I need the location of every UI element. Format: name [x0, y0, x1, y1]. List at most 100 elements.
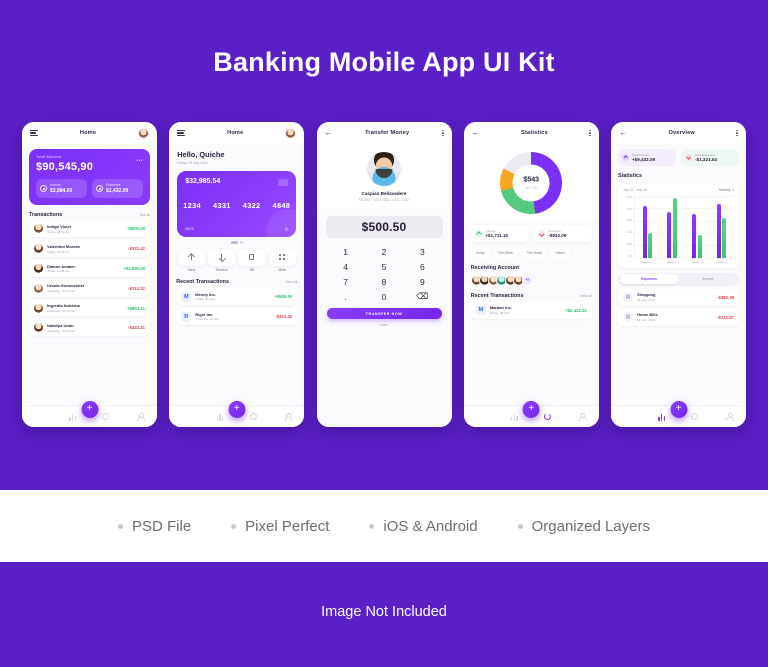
- table-row[interactable]: Nataliya Undu Yesterday, 01:10 pm -$432.…: [29, 319, 150, 337]
- action-receive[interactable]: Receive: [207, 248, 237, 272]
- tab-income[interactable]: Income: [679, 274, 738, 284]
- key-decimal[interactable]: .: [327, 289, 365, 304]
- tab-statistics[interactable]: [658, 413, 666, 421]
- key-9[interactable]: 9: [403, 274, 441, 289]
- table-row[interactable]: Dianne Amater Today, 11:20 am +$2,500.00: [29, 260, 150, 277]
- table-row[interactable]: ▤ Shopping 05 July, 2022 -$383.39: [618, 288, 739, 306]
- kebab-icon[interactable]: [736, 129, 738, 137]
- chart-period-select[interactable]: Monthly ▾: [719, 188, 734, 192]
- key-2[interactable]: 2: [365, 244, 403, 259]
- table-row[interactable]: R Riger Inc. Thursday, 04 July -$321.42: [176, 308, 298, 325]
- outcome-card[interactable]: Outcome -$932.09: [533, 225, 592, 242]
- key-6[interactable]: 6: [403, 259, 441, 274]
- tab-home[interactable]: [624, 413, 632, 421]
- greeting-date: Friday, 05 July 2022: [177, 161, 208, 165]
- transaction-name: Riger Inc.: [195, 311, 214, 317]
- avatar-stack[interactable]: +5: [464, 272, 599, 286]
- total-income-card[interactable]: Total Income +$9,432.09: [618, 149, 676, 166]
- transaction-amount: +$903.21: [126, 305, 145, 311]
- key-5[interactable]: 5: [365, 259, 403, 274]
- expenses-icon: [96, 184, 103, 192]
- tab-profile[interactable]: [136, 413, 145, 421]
- table-row[interactable]: Ingredia Nutrisha Yesterday, 03:45 pm +$…: [29, 299, 150, 317]
- tab-statistics[interactable]: [216, 413, 224, 421]
- user-avatar[interactable]: [285, 127, 297, 139]
- add-button[interactable]: +: [670, 401, 687, 418]
- transactions-header: Recent Transactions View All: [169, 272, 304, 288]
- table-row[interactable]: M Mardan Inc. Friday, 05 July +$2,432.32: [470, 301, 592, 319]
- action-label: Bill: [249, 268, 255, 272]
- hamburger-icon[interactable]: [30, 129, 38, 137]
- tab-profile[interactable]: [725, 413, 734, 421]
- balance-more-icon[interactable]: •••: [136, 158, 143, 164]
- add-button[interactable]: +: [228, 401, 246, 418]
- key-7[interactable]: 7: [327, 274, 365, 289]
- tab-statistics[interactable]: [69, 413, 77, 421]
- tab-expenses[interactable]: Expenses: [619, 274, 679, 285]
- tab-analytics[interactable]: [249, 412, 258, 421]
- income-card[interactable]: Income +$1,711.10: [470, 225, 529, 242]
- action-more[interactable]: More: [267, 248, 297, 272]
- filter-this-month[interactable]: This Month: [521, 247, 548, 258]
- filter-this-week[interactable]: This Week: [492, 247, 519, 258]
- app-nav-bar: Home: [169, 122, 305, 144]
- key-4[interactable]: 4: [327, 259, 365, 274]
- arrow-down-icon: [219, 254, 225, 260]
- table-row[interactable]: Valentino Morose Today, 10:20 am -$321.4…: [29, 240, 150, 258]
- add-button[interactable]: +: [522, 401, 540, 418]
- transfer-now-button[interactable]: TRANSFER NOW: [326, 308, 442, 319]
- greeting-text: Hello, Quiche: [177, 150, 225, 159]
- see-all-link[interactable]: See All: [139, 213, 150, 217]
- tab-statistics[interactable]: [510, 413, 518, 421]
- table-row[interactable]: Indigo Violet Today, 08:40 am +$500.00: [29, 220, 150, 238]
- home-bill-icon: ▥: [623, 312, 633, 323]
- view-all-link[interactable]: View All: [580, 294, 592, 298]
- view-all-link[interactable]: View All: [285, 280, 297, 284]
- tab-home[interactable]: [35, 413, 43, 421]
- tab-analytics[interactable]: [544, 412, 552, 421]
- tab-profile[interactable]: [283, 413, 293, 421]
- kebab-icon[interactable]: [441, 129, 444, 137]
- credit-card[interactable]: $32,985.54 1234 4331 4322 4848 08/26 ))): [177, 171, 297, 237]
- key-1[interactable]: 1: [327, 244, 365, 259]
- avatar: [34, 283, 43, 293]
- bar-expenses: [667, 211, 672, 258]
- backspace-icon[interactable]: ⌫: [403, 289, 441, 304]
- arrow-left-icon[interactable]: ←: [619, 129, 627, 137]
- nav-title: Statistics: [521, 130, 548, 136]
- table-row[interactable]: Ursula Gurnmeister Yesterday, 07:00 pm -…: [29, 279, 150, 297]
- transaction-date: Friday, 05 July: [489, 311, 510, 316]
- tab-home[interactable]: [477, 413, 485, 421]
- tab-profile[interactable]: [578, 413, 587, 421]
- total-income-value: +$9,432.09: [632, 157, 656, 163]
- card-expiry: 08/26: [185, 227, 194, 231]
- nav-title: Home: [79, 130, 97, 136]
- table-row[interactable]: ▥ Home Bills 04 July, 2022 -$242.87: [618, 308, 739, 326]
- add-button[interactable]: +: [81, 401, 98, 418]
- income-tile[interactable]: Income $3,984.00: [36, 179, 87, 198]
- arrow-left-icon[interactable]: ←: [472, 129, 480, 137]
- key-8[interactable]: 8: [365, 274, 403, 289]
- expenses-tile[interactable]: Expenses $1,432.09: [92, 179, 143, 198]
- avatar: [34, 263, 43, 273]
- table-row[interactable]: M Mendy Inc. Friday, 05 July +$500.00: [176, 288, 298, 305]
- kebab-icon[interactable]: [589, 129, 591, 137]
- hamburger-icon[interactable]: [177, 129, 186, 137]
- key-0[interactable]: 0: [365, 289, 403, 304]
- action-send[interactable]: Send: [176, 248, 206, 272]
- action-bill[interactable]: Bill: [237, 248, 267, 272]
- arrow-left-icon[interactable]: ←: [325, 129, 333, 137]
- amount-input[interactable]: $500.50: [325, 216, 443, 238]
- card-digit-group: 1234: [183, 201, 201, 210]
- total-balance-card[interactable]: Total Balance $90,545,90 ••• Income $3,9…: [29, 149, 150, 205]
- total-expenses-card[interactable]: Total Expenses -$1,321.54: [681, 149, 739, 166]
- key-3[interactable]: 3: [403, 244, 441, 259]
- tab-analytics[interactable]: [102, 412, 110, 421]
- tab-home[interactable]: [182, 413, 190, 421]
- later-link[interactable]: Later: [317, 323, 452, 327]
- y-tick: %3k: [626, 219, 632, 223]
- tab-analytics[interactable]: [691, 412, 699, 421]
- filter-today[interactable]: Today: [470, 247, 490, 258]
- user-avatar[interactable]: [138, 127, 149, 139]
- filter-select[interactable]: Select: [550, 247, 570, 258]
